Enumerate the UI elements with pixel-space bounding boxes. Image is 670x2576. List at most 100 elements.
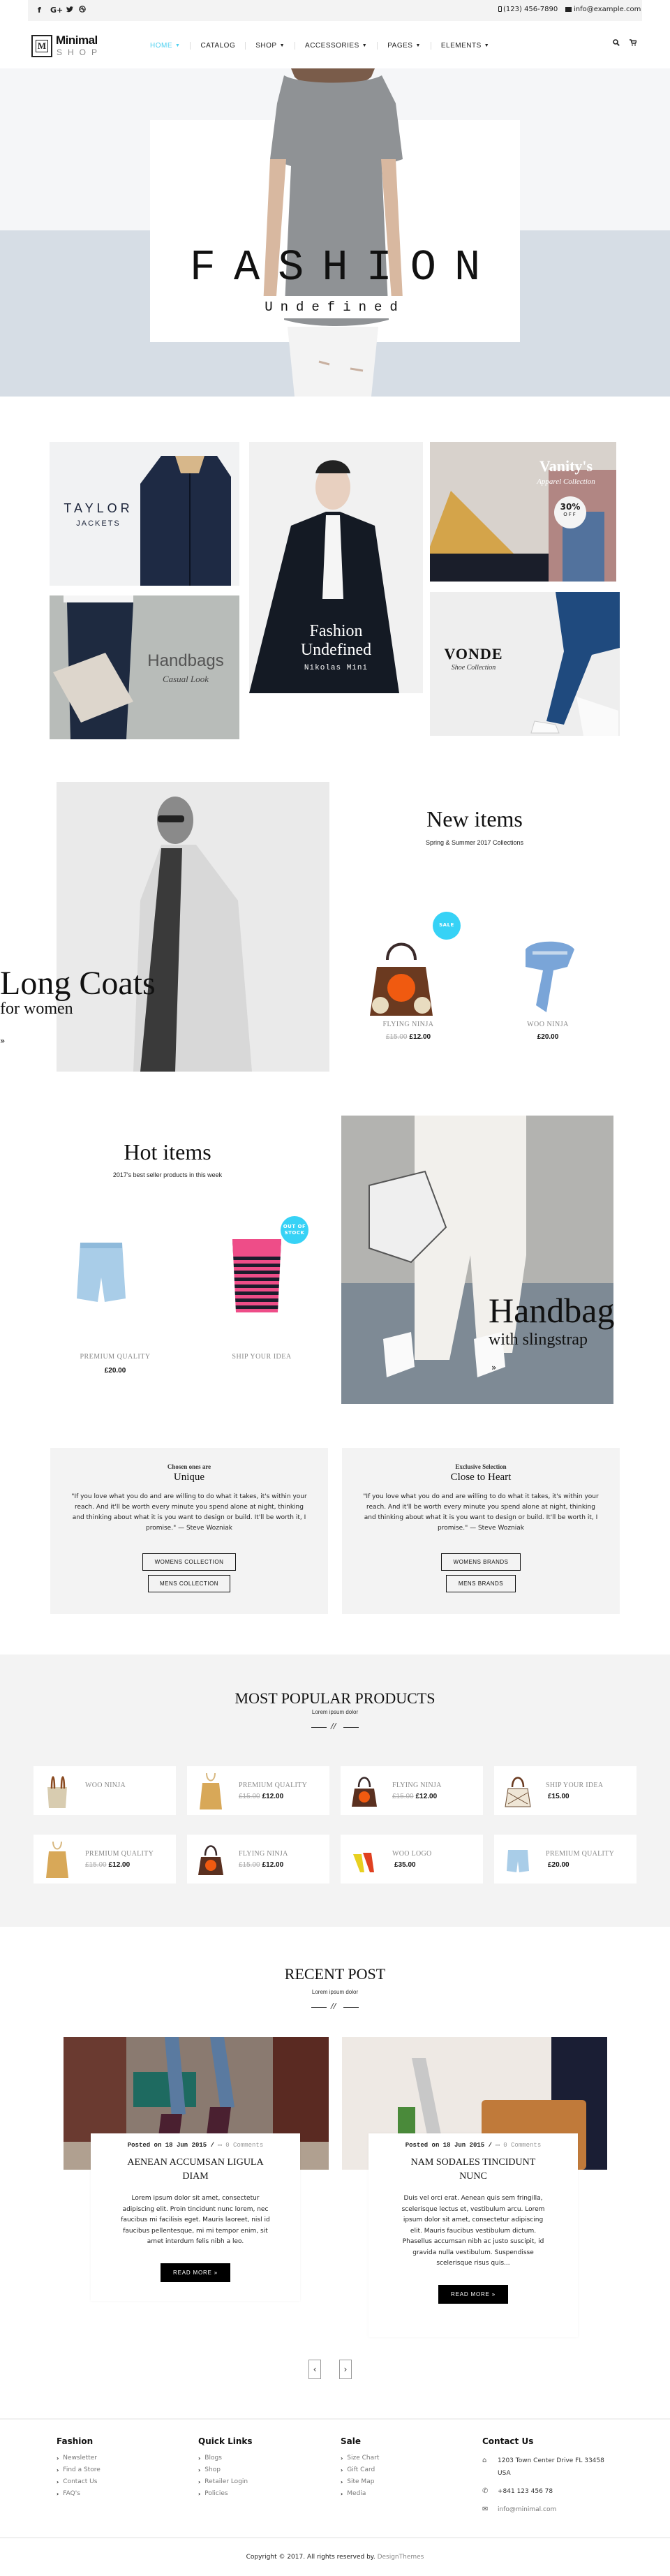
home-icon: ⌂ [482,2457,487,2464]
product-name[interactable]: PREMIUM QUALITY [85,1850,154,1858]
popular-product-card[interactable]: PREMIUM QUALITY £15.00 £12.00 [34,1835,176,1883]
nav-item-home[interactable]: HOME ▼ [150,42,190,50]
popular-product-card[interactable]: WOO NINJA [34,1766,176,1815]
nav-item-pages[interactable]: PAGES ▼ [377,41,431,50]
mens-collection-button[interactable]: MENS COLLECTION [148,1575,230,1592]
category-tile-vanity[interactable]: Vanity's Apparel Collection 30% OFF [430,442,616,582]
prev-page-button[interactable]: ‹ [308,2360,321,2379]
handbag-model-image [341,1116,613,1404]
footer-link[interactable]: › Shop [198,2466,253,2473]
copyright-divider [0,2537,670,2538]
section-title: RECENT POST [284,1965,386,1983]
post-title[interactable]: NAM SODALES TINCIDUNT NUNC [396,2156,550,2184]
footer-link[interactable]: › Media [341,2490,379,2497]
womens-brands-button[interactable]: WOMENS BRANDS [441,1553,521,1571]
post-excerpt: Duis vel orci erat. Aenean quis sem frin… [401,2195,545,2267]
footer-column-fashion: Fashion › Newsletter › Find a Store › Conta… [57,2436,100,2497]
product-image-orange-bag [370,942,433,1016]
popular-product-card[interactable]: SHIP YOUR IDEA £15.00 [494,1766,636,1815]
read-more-button[interactable]: READ MORE » [438,2284,508,2304]
product-thumbnail-shorts [507,1850,529,1872]
copyright: Copyright © 2017. All rights reserved by… [246,2554,424,2561]
product-price: £20.00 [537,1033,559,1041]
footer-link[interactable]: › Newsletter [57,2455,100,2462]
facebook-icon[interactable]: f [38,6,41,15]
main-nav: HOME ▼ CATALOG SHOP ▼ ACCESSORIES ▼ PAGES ▼ … [150,39,499,52]
read-more-button[interactable]: READ MORE » [161,2263,230,2282]
popular-product-card[interactable]: FLYING NINJA £15.00 £12.00 [341,1766,483,1815]
footer-address: ⌂ 1203 Town Center Drive FL 33458 USA [482,2455,604,2480]
header-icons [613,39,638,48]
hot-item-card[interactable]: PREMIUM QUALITY £20.00 [70,1215,161,1382]
nav-item-shop[interactable]: SHOP ▼ [245,41,295,50]
product-name[interactable]: PREMIUM QUALITY [546,1850,614,1858]
chevron-right-icon: › [57,2478,59,2485]
footer-link[interactable]: › Contact Us [57,2478,100,2485]
womens-collection-button[interactable]: WOMENS COLLECTION [142,1553,236,1571]
product-price: £15.00 £12.00 [392,1793,438,1800]
hot-item-card[interactable]: OUT OF STOCK SHIP YOUR IDEA [216,1215,308,1382]
product-name[interactable]: PREMIUM QUALITY [239,1782,307,1789]
product-image-striped-top [232,1239,281,1312]
chevron-right-icon: › [341,2478,343,2485]
twitter-icon[interactable] [66,6,73,15]
footer-link[interactable]: › Site Map [341,2478,379,2485]
section-divider: // [311,2001,359,2011]
popular-product-card[interactable]: FLYING NINJA £15.00 £12.00 [187,1835,329,1883]
footer-link[interactable]: › Blogs [198,2455,253,2462]
product-name[interactable]: FLYING NINJA [392,1782,442,1789]
footer-link[interactable]: › Gift Card [341,2466,379,2473]
popular-product-card[interactable]: PREMIUM QUALITY £15.00 £12.00 [187,1766,329,1815]
nav-item-accessories[interactable]: ACCESSORIES ▼ [295,41,377,50]
cart-icon[interactable] [630,39,638,48]
handbag-banner[interactable] [341,1116,613,1404]
product-name[interactable]: WOO LOGO [392,1850,432,1858]
google-plus-icon[interactable]: G+ [50,6,63,15]
category-tile-vonde[interactable]: VONDE Shoe Collection [430,592,620,736]
email-contact[interactable]: info@example.com [565,6,641,13]
product-thumbnail-heels [353,1853,374,1872]
footer-column-sale: Sale › Size Chart › Gift Card › Site Map › M… [341,2436,380,2497]
long-coats-arrow-icon[interactable]: » [0,1036,5,1046]
next-page-button[interactable]: › [339,2360,352,2379]
category-tile-taylor[interactable]: TAYLOR JACKETS [50,442,239,586]
footer-link[interactable]: › Retailer Login [198,2478,253,2485]
product-price [85,1793,87,1800]
new-item-card[interactable]: WOO NINJA £20.00 [502,887,593,1054]
popular-product-card[interactable]: WOO LOGO £35.00 [341,1835,483,1883]
nav-item-catalog[interactable]: CATALOG [190,41,245,50]
designthemes-link[interactable]: DesignThemes [378,2554,424,2561]
footer-link[interactable]: › Policies [198,2490,253,2497]
product-price: £35.00 [394,1861,416,1869]
post-excerpt: Lorem ipsum dolor sit amet, consectetur … [121,2195,270,2245]
hot-items-title: Hot items [124,1139,211,1164]
handbag-subtitle: with slingstrap [489,1331,588,1349]
product-name[interactable]: SHIP YOUR IDEA [546,1782,603,1789]
category-tile-fashion-undefined[interactable]: Fashion Undefined Nikolas Mini [249,442,423,693]
category-tile-handbags[interactable]: Handbags Casual Look [50,595,239,739]
footer-link[interactable]: › Size Chart [341,2455,379,2462]
long-coats-banner[interactable] [57,782,329,1072]
product-name[interactable]: WOO NINJA [85,1782,126,1789]
new-item-card[interactable]: SALE FLYING NINJA £15.00 £12.00 [363,887,461,1054]
nav-item-elements[interactable]: ELEMENTS ▼ [430,41,499,50]
popular-product-card[interactable]: PREMIUM QUALITY £20.00 [494,1835,636,1883]
search-icon[interactable] [613,39,620,48]
out-of-stock-badge: OUT OF STOCK [281,1216,308,1244]
chevron-right-icon: › [198,2466,201,2473]
footer-email[interactable]: ✉ info@minimal.com [482,2503,604,2516]
handbag-arrow-icon[interactable]: » [491,1363,496,1372]
quote-box-unique: Chosen ones are Unique "If you love what… [50,1448,328,1614]
chevron-right-icon: › [57,2466,59,2473]
footer-link[interactable]: › FAQ's [57,2490,100,2497]
comment-icon: ▭ [218,2142,222,2149]
hot-items-subtitle: 2017's best seller products in this week [112,1171,223,1178]
phone-contact: (123) 456-7890 [498,6,558,13]
footer-link[interactable]: › Find a Store [57,2466,100,2473]
caret-down-icon: ▼ [175,43,181,48]
dribbble-icon[interactable] [79,6,86,15]
site-logo[interactable]: M Minimal SHOP [31,34,115,61]
product-name[interactable]: FLYING NINJA [239,1850,288,1858]
post-title[interactable]: AENEAN ACCUMSAN LIGULA DIAM [119,2156,272,2184]
mens-brands-button[interactable]: MENS BRANDS [446,1575,516,1592]
